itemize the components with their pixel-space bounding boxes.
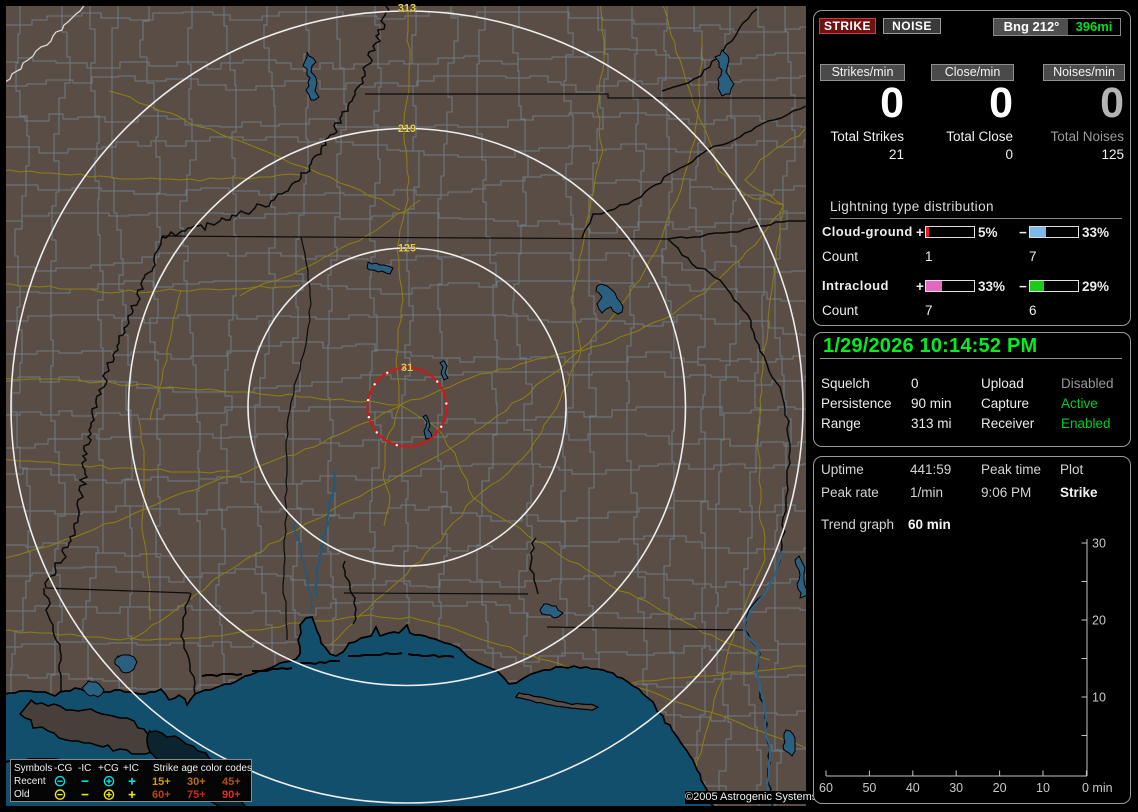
svg-text:30: 30 [949,781,963,795]
svg-text:30: 30 [1092,537,1106,551]
svg-text:20: 20 [1092,614,1106,628]
svg-text:60: 60 [819,781,833,795]
svg-text:10: 10 [1036,781,1050,795]
svg-text:20: 20 [993,781,1007,795]
svg-text:0 min: 0 min [1082,781,1113,795]
svg-text:50: 50 [862,781,876,795]
svg-text:40: 40 [906,781,920,795]
svg-text:10: 10 [1092,691,1106,705]
